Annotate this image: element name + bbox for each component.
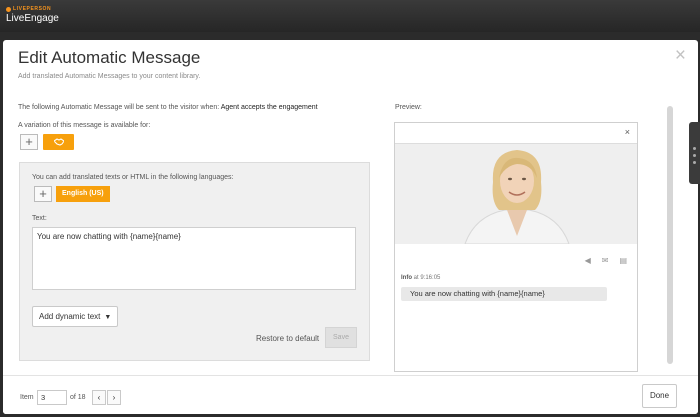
modal-footer: Item 3 of 18 ‹ › Done (3, 375, 698, 414)
text-label: Text: (32, 215, 47, 222)
chevron-right-icon: › (112, 393, 116, 402)
trigger-name: Agent accepts the engagement (220, 104, 318, 111)
speaker-icon[interactable]: ◀ (585, 256, 591, 265)
item-number-input[interactable]: 3 (37, 390, 67, 405)
agent-photo (395, 144, 637, 244)
next-item-button[interactable]: › (107, 390, 121, 405)
language-tab-english[interactable]: English (US) (56, 186, 110, 202)
scrollbar[interactable] (667, 106, 673, 364)
message-info-line: Info at 9:16:05 (401, 275, 440, 281)
dot-icon (693, 147, 696, 150)
save-button[interactable]: Save (325, 327, 357, 348)
handshake-icon (54, 138, 64, 146)
logo-dot-icon (6, 6, 11, 12)
dot-icon (693, 154, 696, 157)
info-time: at 9:16:05 (413, 275, 441, 281)
chat-preview-window: × ◀ ✉ ▤ Info at 9:16:05 You are now chat… (394, 122, 638, 372)
translation-panel: You can add translated texts or HTML in … (19, 162, 370, 361)
agent-image-area (395, 144, 637, 244)
add-language-button[interactable]: + (34, 186, 52, 202)
previous-item-button[interactable]: ‹ (92, 390, 106, 405)
variation-label: A variation of this message is available… (18, 122, 151, 129)
preview-header: × (395, 123, 637, 144)
message-text-area[interactable]: You are now chatting with {name}{name} (32, 227, 356, 290)
preview-icons: ◀ ✉ ▤ (585, 256, 627, 265)
variation-handshake-button[interactable] (43, 134, 74, 150)
trigger-prefix: The following Automatic Message will be … (18, 104, 220, 111)
chevron-down-icon: ▼ (104, 314, 112, 321)
add-dynamic-text-button[interactable]: Add dynamic text ▼ (32, 306, 119, 327)
trigger-description: The following Automatic Message will be … (18, 104, 318, 111)
brand-logo: LIVEPERSON LiveEngage (6, 5, 59, 24)
edit-automatic-message-modal: × Edit Automatic Message Add translated … (3, 40, 698, 414)
restore-default-link[interactable]: Restore to default (256, 334, 319, 343)
brand-small-text: LIVEPERSON (13, 6, 52, 12)
item-total-label: of 18 (70, 394, 86, 401)
modal-title: Edit Automatic Message (18, 48, 201, 67)
dynamic-text-label: Add dynamic text (39, 312, 101, 321)
dot-icon (693, 161, 696, 164)
brand-name: LiveEngage (6, 13, 59, 24)
info-sender: Info (401, 275, 412, 281)
languages-label: You can add translated texts or HTML in … (32, 174, 234, 181)
email-icon[interactable]: ✉ (602, 256, 609, 265)
modal-subtitle: Add translated Automatic Messages to you… (18, 73, 201, 80)
done-button[interactable]: Done (642, 384, 677, 408)
preview-label: Preview: (395, 104, 422, 111)
add-variation-button[interactable]: + (20, 134, 38, 150)
print-icon[interactable]: ▤ (619, 256, 627, 265)
side-panel-handle[interactable] (689, 122, 700, 184)
chat-message-bubble: You are now chatting with {name}{name} (401, 287, 607, 301)
chevron-left-icon: ‹ (97, 393, 101, 402)
item-label: Item (20, 394, 34, 401)
top-bar: LIVEPERSON LiveEngage (0, 0, 700, 32)
preview-close-icon[interactable]: × (625, 127, 630, 137)
close-icon[interactable]: × (675, 46, 686, 65)
